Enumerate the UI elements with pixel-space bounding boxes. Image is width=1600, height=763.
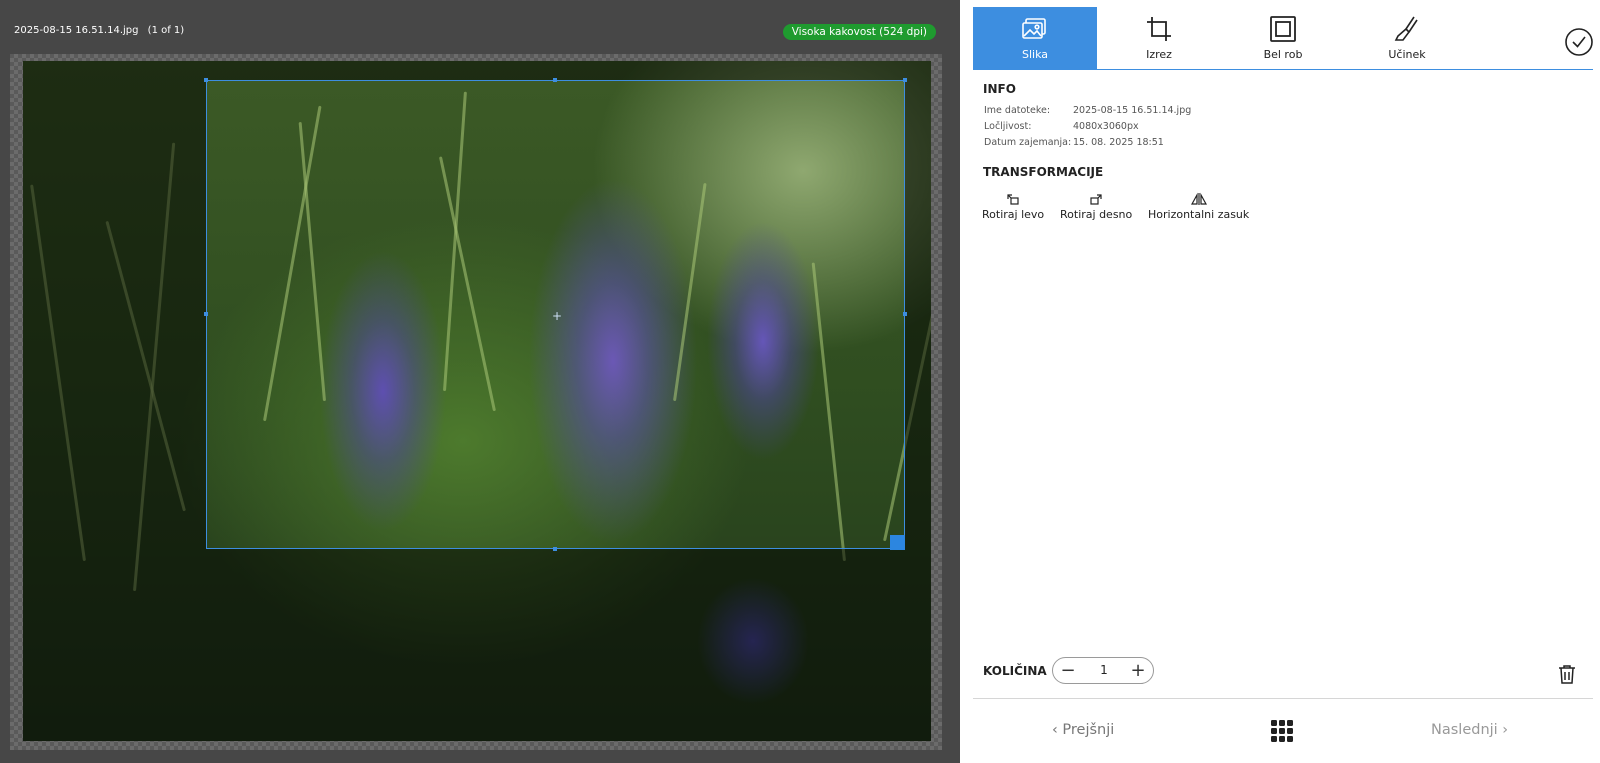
- previous-button[interactable]: ‹ Prejšnji: [1052, 722, 1114, 738]
- rotate-left-label: Rotiraj levo: [982, 208, 1045, 221]
- grid-icon[interactable]: [1271, 720, 1293, 742]
- tab-label: Slika: [1021, 48, 1048, 61]
- previous-label: Prejšnji: [1062, 722, 1115, 738]
- crop-mask: [23, 61, 931, 80]
- info-title: INFO: [983, 82, 1016, 96]
- quality-badge: Visoka kakovost (524 dpi): [782, 24, 936, 40]
- tab-white-border[interactable]: Bel rob: [1221, 7, 1345, 70]
- tab-label: Učinek: [1388, 48, 1426, 61]
- trash-icon[interactable]: [1555, 662, 1579, 686]
- white-border-icon: [1270, 16, 1296, 42]
- info-row-filename: Ime datoteke: 2025-08-15 16.51.14.jpg: [984, 105, 1191, 116]
- rotate-right-button[interactable]: Rotiraj desno: [1060, 192, 1132, 221]
- info-value: 2025-08-15 16.51.14.jpg: [1073, 105, 1192, 116]
- info-key: Datum zajemanja:: [984, 137, 1072, 148]
- flip-horizontal-button[interactable]: Horizontalni zasuk: [1148, 192, 1249, 221]
- rotate-right-label: Rotiraj desno: [1060, 208, 1133, 221]
- rotate-right-icon: [1090, 194, 1102, 205]
- brush-icon: [1394, 16, 1418, 41]
- info-row-date: Datum zajemanja: 15. 08. 2025 18:51: [984, 137, 1164, 148]
- info-key: Ločljivost:: [984, 121, 1032, 132]
- plus-icon[interactable]: +: [1129, 662, 1147, 680]
- tab-image[interactable]: Slika: [973, 7, 1097, 70]
- info-value: 4080x3060px: [1073, 121, 1139, 132]
- chevron-left-icon: ‹: [1052, 722, 1058, 738]
- side-panel: Slika Izrez Bel rob Učinek INFO Ime dato…: [960, 0, 1600, 763]
- flip-horizontal-label: Horizontalni zasuk: [1148, 208, 1250, 221]
- quantity-value[interactable]: 1: [1093, 663, 1115, 677]
- crop-handle-top-left[interactable]: [204, 78, 208, 82]
- info-value: 15. 08. 2025 18:51: [1073, 137, 1164, 148]
- crop-mask: [23, 549, 931, 741]
- info-key: Ime datoteke:: [984, 105, 1051, 116]
- tab-label: Bel rob: [1263, 48, 1303, 61]
- crop-resize-handle[interactable]: [890, 535, 905, 550]
- tab-label: Izrez: [1146, 48, 1172, 61]
- file-name: 2025-08-15 16.51.14.jpg: [14, 25, 139, 36]
- tab-crop[interactable]: Izrez: [1097, 7, 1221, 70]
- rotate-left-button[interactable]: Rotiraj levo: [982, 192, 1044, 221]
- crop-center-icon: +: [552, 309, 563, 323]
- file-info: 2025-08-15 16.51.14.jpg (1 of 1): [14, 25, 184, 36]
- quantity-label: KOLIČINA: [983, 664, 1047, 678]
- file-count: (1 of 1): [147, 25, 185, 36]
- image-icon: [1022, 18, 1046, 39]
- info-row-resolution: Ločljivost: 4080x3060px: [984, 121, 1139, 132]
- crop-icon: [1147, 17, 1171, 41]
- editor-canvas: 2025-08-15 16.51.14.jpg (1 of 1) Visoka …: [0, 0, 960, 763]
- minus-icon[interactable]: −: [1059, 662, 1077, 680]
- confirm-check-icon[interactable]: [1564, 27, 1594, 57]
- crop-handle-left[interactable]: [204, 312, 208, 316]
- crop-mask: [23, 80, 206, 549]
- quantity-stepper: − 1 +: [1052, 657, 1154, 684]
- divider: [973, 698, 1593, 699]
- crop-handle-top-right[interactable]: [903, 78, 907, 82]
- crop-handle-right[interactable]: [903, 312, 907, 316]
- tab-effect[interactable]: Učinek: [1345, 7, 1469, 70]
- crop-mask: [905, 80, 931, 549]
- next-button[interactable]: Naslednji ›: [1431, 722, 1508, 738]
- next-label: Naslednji: [1431, 722, 1498, 738]
- chevron-right-icon: ›: [1502, 722, 1509, 738]
- rotate-left-icon: [1007, 194, 1019, 205]
- flip-horizontal-icon: [1190, 192, 1207, 205]
- transform-title: TRANSFORMACIJE: [983, 165, 1104, 179]
- tool-tabs: Slika Izrez Bel rob Učinek: [973, 7, 1593, 70]
- crop-handle-top[interactable]: [553, 78, 557, 82]
- crop-handle-bottom[interactable]: [553, 547, 557, 551]
